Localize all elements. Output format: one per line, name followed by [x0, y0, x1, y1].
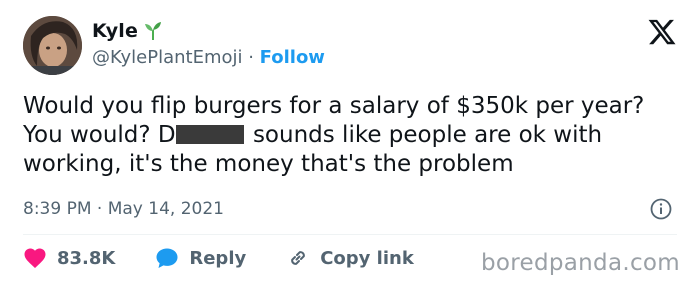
tweet-card: Kyle @KylePlantEmoji · Follow Would you … [0, 0, 700, 287]
meta-separator: · [91, 199, 108, 219]
x-logo-icon[interactable] [647, 17, 677, 47]
tweet-date: May 14, 2021 [107, 199, 224, 219]
watermark: boredpanda.com [481, 250, 680, 276]
author-display-name[interactable]: Kyle [92, 20, 138, 42]
redaction-block [175, 125, 244, 144]
reply-button[interactable]: Reply [155, 247, 246, 269]
author-handle[interactable]: @KylePlantEmoji [92, 47, 243, 68]
tweet-time: 8:39 PM [23, 199, 92, 219]
link-icon [286, 246, 310, 270]
action-bar: 83.8K Reply Copy link [23, 246, 454, 270]
tweet-timestamp[interactable]: 8:39 PM · May 14, 2021 [23, 199, 224, 219]
avatar[interactable] [23, 16, 82, 75]
like-count: 83.8K [57, 247, 116, 269]
like-button[interactable]: 83.8K [23, 247, 115, 269]
divider [23, 234, 677, 235]
tweet-text: Would you flip burgers for a salary of $… [23, 92, 678, 179]
copy-link-button[interactable]: Copy link [286, 246, 414, 270]
follow-button[interactable]: Follow [260, 47, 325, 68]
author-handle-row: @KylePlantEmoji · Follow [92, 47, 325, 68]
reply-bubble-icon [155, 247, 179, 269]
info-icon[interactable] [650, 198, 672, 220]
heart-icon [23, 247, 47, 269]
handle-separator: · [242, 47, 260, 68]
copy-link-label: Copy link [320, 247, 414, 269]
seedling-icon [144, 21, 162, 41]
author-name-row: Kyle [92, 20, 162, 42]
reply-label: Reply [189, 247, 247, 269]
